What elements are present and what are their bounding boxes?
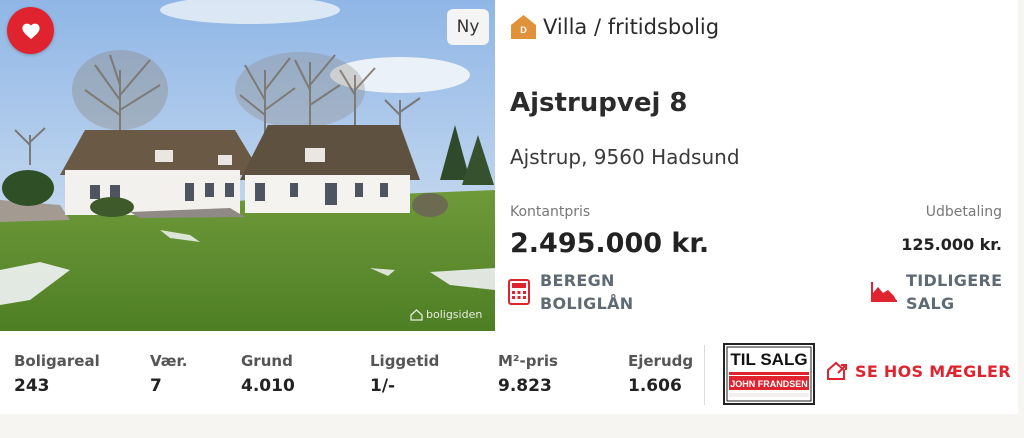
calculate-loan-line2: BOLIGLÅN [540, 294, 634, 313]
stat-days-on-market: Liggetid 1/- [370, 352, 439, 396]
favorite-button[interactable] [7, 7, 54, 54]
stat-value: 243 [14, 376, 50, 396]
previous-sales-line1: TIDLIGERE [906, 271, 1003, 290]
sign-broker-name: JOHN FRANDSEN [730, 379, 808, 389]
property-photo[interactable]: Ny boligsiden [0, 0, 495, 331]
property-type-row: D Villa / fritidsbolig [510, 14, 719, 40]
stat-price-per-sqm: M²-pris 9.823 [498, 352, 558, 396]
stat-value: 7 [150, 376, 162, 396]
price-value: 2.495.000 kr. [510, 228, 710, 259]
down-payment-value: 125.000 kr. [901, 235, 1002, 254]
stat-value: 1/- [370, 376, 396, 396]
external-house-icon [827, 361, 847, 380]
price-label: Kontantpris [510, 204, 591, 220]
stat-rooms: Vær. 7 [150, 352, 187, 396]
heart-icon [21, 23, 40, 39]
stat-label: Vær. [150, 352, 188, 370]
sign-title: TIL SALG [730, 350, 807, 369]
see-broker-button[interactable]: SE HOS MÆGLER [826, 361, 1011, 381]
property-type: Villa / fritidsbolig [543, 15, 720, 39]
previous-sales-line2: SALG [906, 294, 955, 313]
previous-sales-button[interactable]: TIDLIGERE SALG [870, 269, 1002, 315]
stat-living-area: Boligareal 243 [14, 352, 100, 396]
property-image [0, 0, 495, 331]
photo-watermark: boligsiden [410, 308, 482, 321]
house-energy-icon: D [511, 15, 536, 39]
stat-value: 4.010 [241, 376, 295, 396]
area-chart-icon [871, 282, 897, 302]
stat-label: Ejerudg [628, 352, 694, 370]
see-broker-label: SE HOS MÆGLER [855, 361, 1011, 381]
stat-label: M²-pris [498, 352, 558, 370]
calculate-loan-line1: BEREGN [540, 271, 615, 290]
broker-logo[interactable]: TIL SALG JOHN FRANDSEN [723, 343, 815, 405]
stat-label: Liggetid [370, 352, 440, 370]
stats-divider [704, 345, 705, 405]
new-badge: Ny [447, 9, 489, 45]
down-payment-label: Udbetaling [925, 204, 1002, 220]
stat-value: 1.606 [628, 376, 682, 396]
calculate-loan-button[interactable]: BEREGN BOLIGLÅN [508, 269, 633, 315]
property-address-street[interactable]: Ajstrupvej 8 [510, 88, 688, 118]
stat-plot: Grund 4.010 [241, 352, 295, 396]
stat-label: Grund [241, 352, 293, 370]
watermark-house-icon [410, 308, 423, 321]
property-address-city: Ajstrup, 9560 Hadsund [510, 145, 740, 169]
listing-card[interactable]: Ny boligsiden D Villa / fritidsbolig Ajs… [0, 0, 1018, 414]
watermark-text: boligsiden [426, 308, 483, 321]
stat-owner-expense: Ejerudg 1.606 [628, 352, 693, 396]
energy-label: D [520, 25, 527, 35]
calculator-icon [508, 279, 530, 305]
stat-value: 9.823 [498, 376, 552, 396]
stat-label: Boligareal [14, 352, 100, 370]
